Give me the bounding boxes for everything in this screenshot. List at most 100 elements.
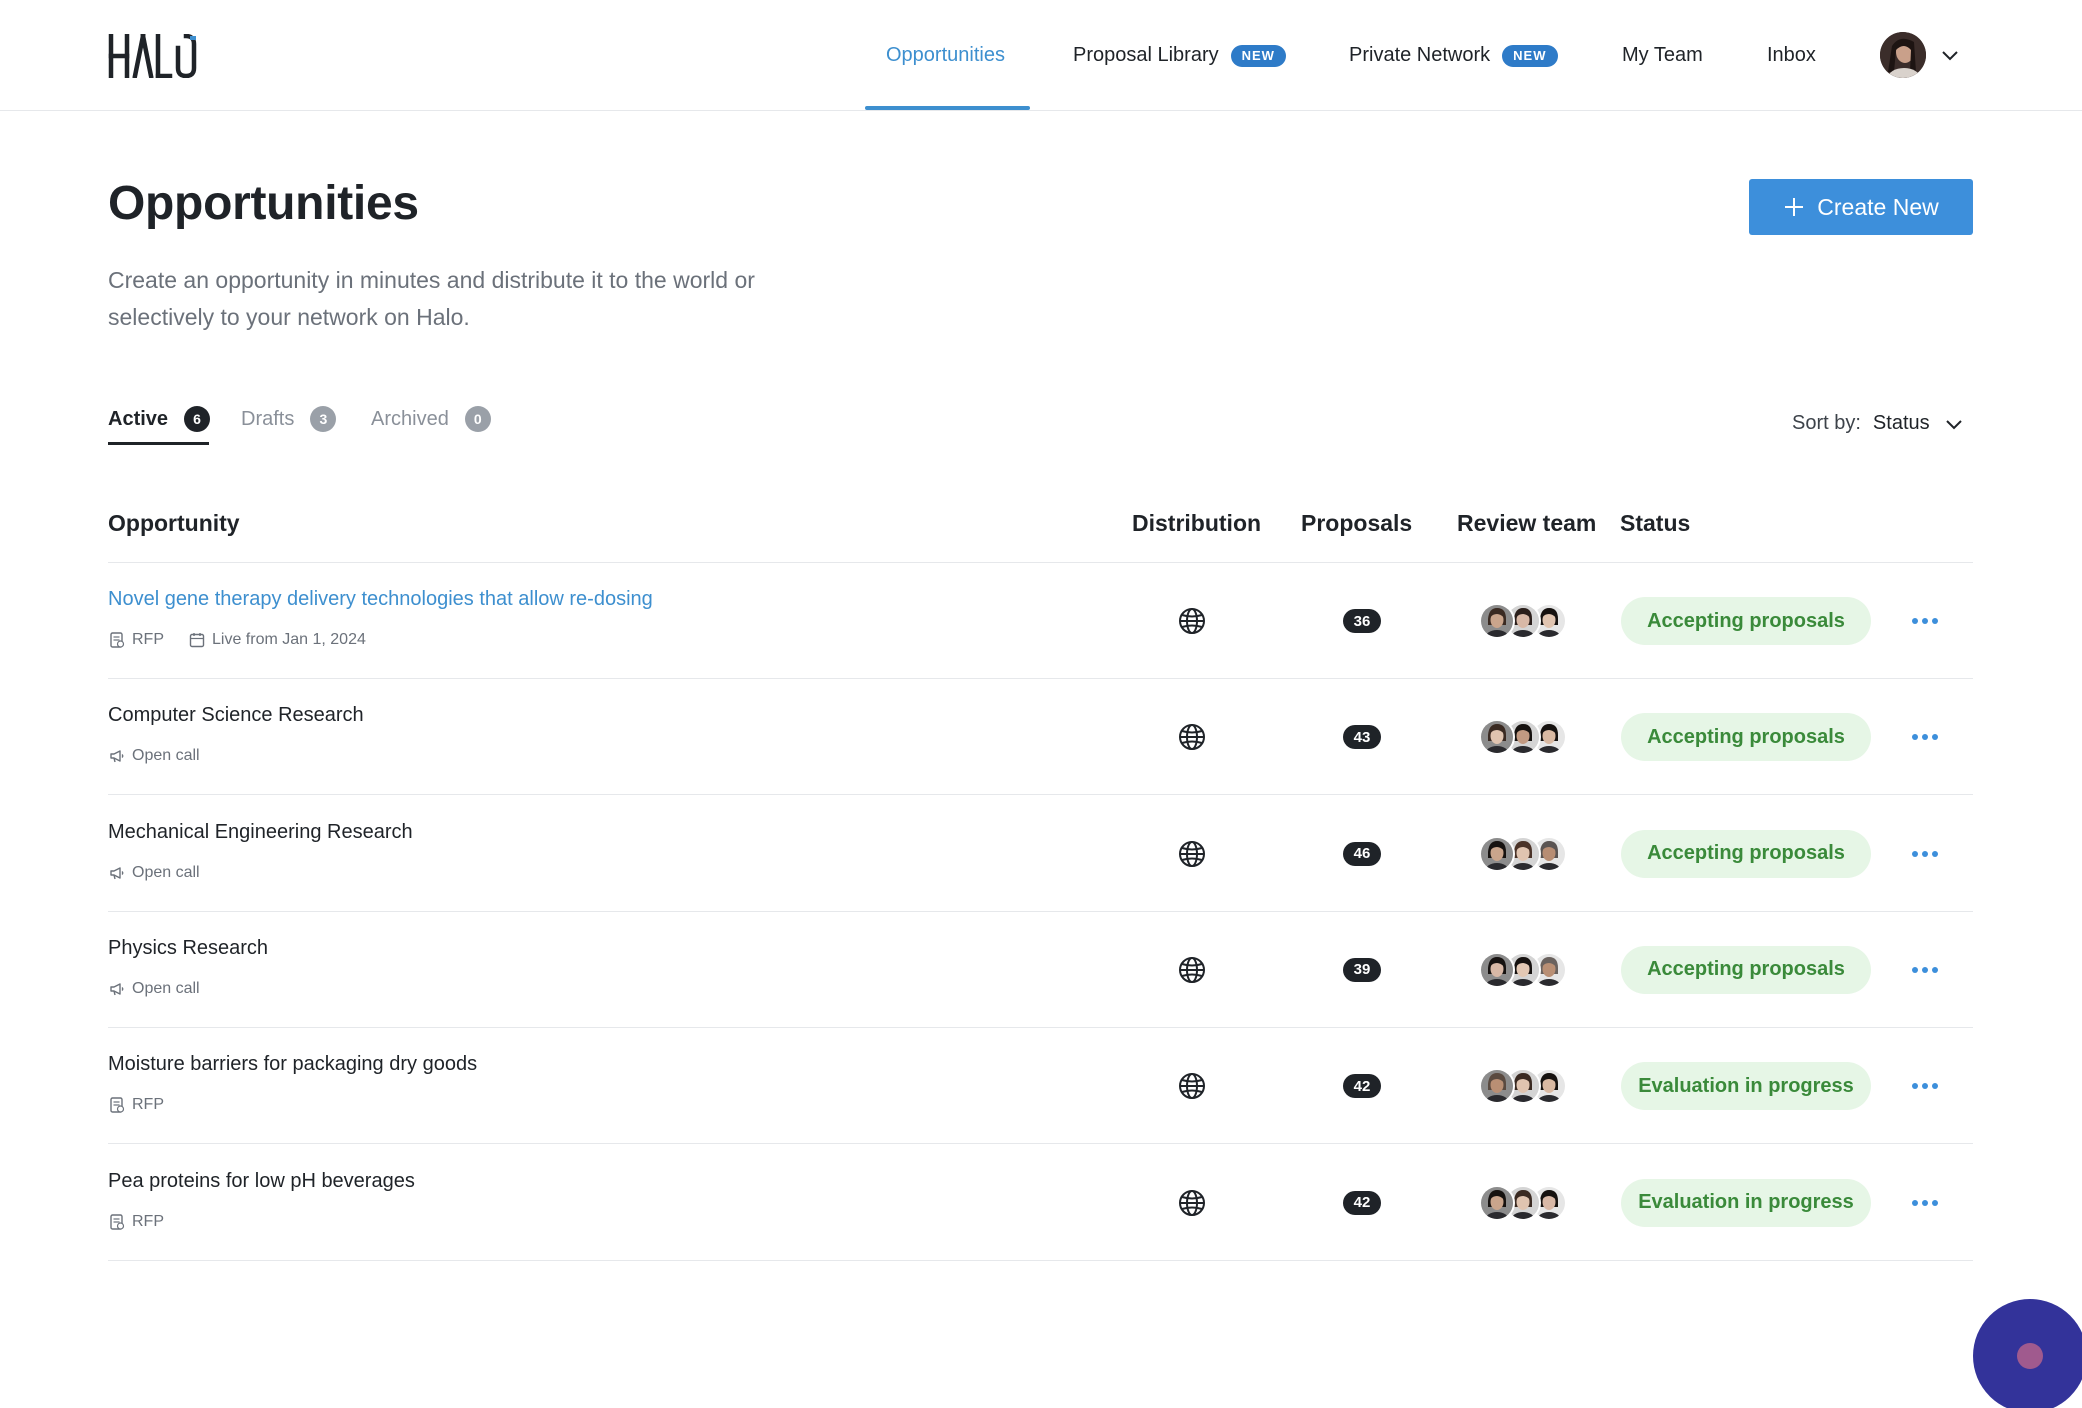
chevron-down-icon[interactable] [1940,45,1960,65]
tab-archived-label: Archived [371,408,449,430]
opportunity-meta: Open call [108,864,224,882]
more-options-icon[interactable] [1910,844,1940,864]
review-team-avatars[interactable] [1479,603,1571,639]
table-row[interactable]: Physics Research Open call 39 Accepting pro… [108,912,1973,1028]
proposals-count-badge[interactable]: 42 [1343,1074,1381,1099]
nav-opportunities[interactable]: Opportunities [886,0,1005,111]
create-new-label: Create New [1817,193,1939,220]
active-tab-indicator [108,442,209,445]
status-badge: Evaluation in progress [1621,1178,1871,1227]
table-row[interactable]: Novel gene therapy delivery technologies… [108,563,1973,679]
opportunity-title[interactable]: Moisture barriers for packaging dry good… [108,1053,477,1076]
tab-drafts[interactable]: Drafts 3 [241,406,337,444]
opportunity-type-label: Open call [132,863,200,881]
table-row[interactable]: Computer Science Research Open call 43 Acce… [108,679,1973,796]
review-team-avatars[interactable] [1479,951,1571,988]
more-options-icon[interactable] [1910,960,1940,980]
review-team-avatars[interactable] [1479,835,1571,872]
globe-icon [1178,956,1206,984]
column-header-review-team: Review team [1457,510,1597,536]
proposals-count-badge[interactable]: 36 [1343,609,1381,633]
column-header-proposals: Proposals [1301,510,1413,536]
new-badge: NEW [1230,44,1286,67]
top-navigation-bar: Opportunities Proposal Library NEW Priva… [0,0,2082,111]
chevron-down-icon [1945,419,1962,429]
opportunity-type: RFP [108,1213,164,1231]
globe-icon [1178,1072,1206,1100]
opportunity-meta: RFP Live from Jan 1, 2024 [108,631,390,649]
table-row[interactable]: Pea proteins for low pH beverages RFP 42 Ev… [108,1145,1973,1261]
status-badge: Accepting proposals [1621,829,1871,878]
sort-label: Sort by: [1792,412,1861,434]
page-title: Opportunities [108,177,419,230]
globe-icon [1178,723,1206,751]
opportunity-type: RFP [108,631,164,649]
megaphone-icon [108,747,132,765]
opportunity-type-label: RFP [132,631,164,648]
live-date-label: Live from Jan 1, 2024 [212,631,366,648]
reviewer-avatar [1479,1068,1515,1105]
megaphone-icon [108,864,132,882]
rfp-icon [108,1213,132,1231]
column-header-distribution: Distribution [1132,510,1262,536]
opportunity-type-label: Open call [132,979,200,997]
nav-inbox-label: Inbox [1767,44,1816,66]
status-badge: Accepting proposals [1621,597,1871,645]
create-new-button[interactable]: Create New [1749,179,1973,235]
opportunity-title[interactable]: Novel gene therapy delivery technologies… [108,588,653,611]
status-badge: Accepting proposals [1621,713,1871,762]
reviewer-avatar [1479,1184,1515,1221]
sort-dropdown[interactable]: Sort by: Status [1792,412,1964,435]
opportunity-title[interactable]: Physics Research [108,937,268,960]
column-header-opportunity: Opportunity [108,510,240,536]
megaphone-icon [108,980,132,998]
chat-icon [2017,1343,2043,1369]
tab-drafts-count: 3 [310,406,337,432]
globe-icon [1178,840,1206,868]
proposals-count-badge[interactable]: 39 [1343,957,1381,982]
review-team-avatars[interactable] [1479,1068,1571,1105]
opportunity-title[interactable]: Mechanical Engineering Research [108,821,413,844]
tab-active[interactable]: Active 6 [108,406,211,444]
rfp-icon [108,1096,132,1114]
proposals-count-badge[interactable]: 43 [1343,725,1381,750]
live-date: Live from Jan 1, 2024 [188,631,366,649]
more-options-icon[interactable] [1910,1076,1940,1096]
opportunity-type: Open call [108,980,200,998]
nav-private-network[interactable]: Private Network NEW [1349,0,1558,111]
tab-archived-count: 0 [464,406,491,432]
table-row[interactable]: Moisture barriers for packaging dry good… [108,1028,1973,1145]
nav-opportunities-label: Opportunities [886,44,1005,66]
rfp-icon [108,631,132,649]
status-badge: Accepting proposals [1621,945,1871,994]
user-avatar[interactable] [1880,32,1926,78]
opportunity-title[interactable]: Computer Science Research [108,704,364,727]
nav-my-team[interactable]: My Team [1622,0,1703,111]
globe-icon [1178,1189,1206,1217]
nav-proposal-library[interactable]: Proposal Library NEW [1073,0,1286,111]
review-team-avatars[interactable] [1479,719,1571,756]
chat-launcher-button[interactable] [1973,1299,2082,1408]
table-row[interactable]: Mechanical Engineering Research Open call… [108,796,1973,912]
opportunity-meta: Open call [108,980,224,998]
active-nav-indicator [865,106,1030,110]
tab-drafts-label: Drafts [241,408,295,430]
opportunity-type-label: Open call [132,747,200,765]
opportunity-meta: RFP [108,1096,188,1114]
tab-archived[interactable]: Archived 0 [371,406,491,444]
proposals-count-badge[interactable]: 42 [1343,1190,1381,1215]
proposals-count-badge[interactable]: 46 [1343,841,1381,866]
reviewer-avatar [1479,603,1515,639]
opportunity-type-label: RFP [132,1096,164,1114]
review-team-avatars[interactable] [1479,1184,1571,1221]
opportunity-title[interactable]: Pea proteins for low pH beverages [108,1170,415,1193]
halo-logo[interactable] [108,34,200,78]
more-options-icon[interactable] [1910,611,1940,631]
more-options-icon[interactable] [1910,727,1940,747]
opportunity-type: Open call [108,747,200,765]
reviewer-avatar [1479,951,1515,988]
opportunity-type: RFP [108,1096,164,1114]
more-options-icon[interactable] [1910,1193,1940,1213]
nav-inbox[interactable]: Inbox [1767,0,1816,111]
nav-private-network-label: Private Network [1349,44,1491,66]
